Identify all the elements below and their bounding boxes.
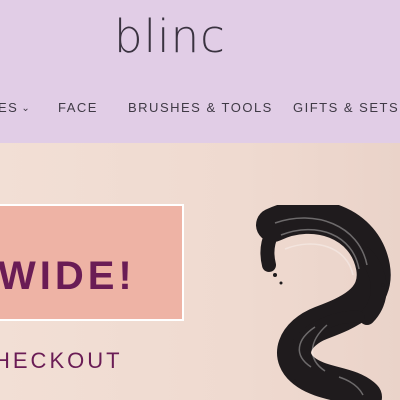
nav-item-brushes-tools[interactable]: BRUSHES & TOOLS [128, 98, 273, 118]
promo-subline: HECKOUT [0, 348, 123, 373]
mascara-stroke-image [256, 205, 391, 400]
chevron-down-icon: ⌄ [21, 103, 32, 114]
nav-item-gifts-sets[interactable]: GIFTS & SETS [293, 98, 399, 118]
promo-headline: WIDE! [0, 254, 136, 298]
nav-item-label: FACE [58, 100, 98, 115]
site-header: blinc ES ⌄ FACE BRUSHES & TOOLS GIFTS & S… [0, 0, 400, 143]
nav-item-label: BRUSHES & TOOLS [128, 100, 273, 115]
brand-logo[interactable]: blinc [114, 14, 226, 59]
nav-item-categories[interactable]: ES ⌄ [0, 98, 31, 118]
nav-item-label: ES [0, 100, 19, 115]
nav-item-label: GIFTS & SETS [293, 100, 400, 115]
nav-item-face[interactable]: FACE [58, 98, 98, 118]
main-nav: ES ⌄ FACE BRUSHES & TOOLS GIFTS & SETS [0, 98, 400, 118]
